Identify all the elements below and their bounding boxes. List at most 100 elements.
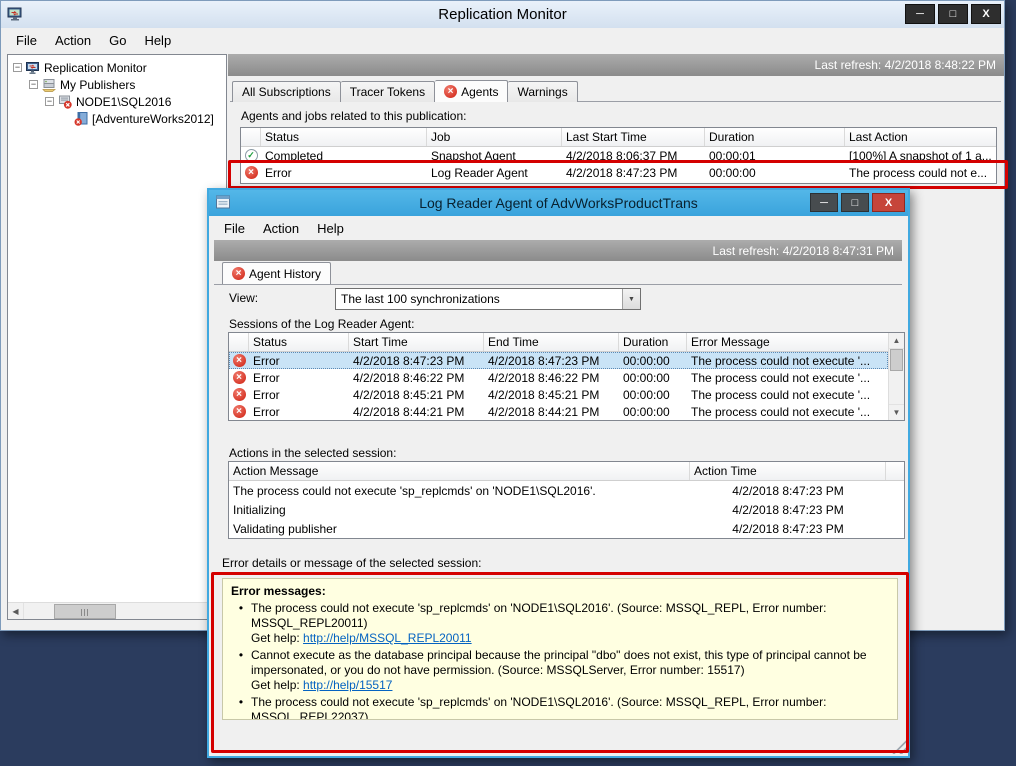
- column-header-duration[interactable]: Duration: [705, 128, 845, 146]
- resize-grip[interactable]: [892, 740, 906, 754]
- actions-label: Actions in the selected session:: [229, 446, 396, 460]
- column-header-duration[interactable]: Duration: [619, 333, 687, 351]
- agent-job: Snapshot Agent: [427, 149, 562, 163]
- session-row[interactable]: × Error 4/2/2018 8:47:23 PM 4/2/2018 8:4…: [229, 352, 888, 369]
- column-header-action-message[interactable]: Action Message: [229, 462, 690, 480]
- close-button[interactable]: X: [872, 193, 905, 212]
- action-time: 4/2/2018 8:47:23 PM: [690, 484, 886, 498]
- menu-file[interactable]: File: [215, 218, 254, 239]
- help-link[interactable]: http://help/MSSQL_REPL20011: [303, 631, 472, 645]
- tree-item-label: [AdventureWorks2012]: [92, 112, 214, 126]
- agent-last-start-time: 4/2/2018 8:47:23 PM: [562, 166, 705, 180]
- view-label: View:: [229, 291, 258, 305]
- tree-item-replication-monitor[interactable]: − Replication Monitor: [10, 59, 224, 76]
- close-button[interactable]: X: [971, 4, 1001, 24]
- error-message-text: The process could not execute 'sp_replcm…: [251, 695, 826, 720]
- menu-file[interactable]: File: [7, 30, 46, 51]
- minimize-button[interactable]: ─: [810, 193, 838, 212]
- session-row[interactable]: × Error 4/2/2018 8:44:21 PM 4/2/2018 8:4…: [229, 403, 888, 420]
- tab-agent-history[interactable]: × Agent History: [222, 262, 331, 284]
- agent-status: Completed: [261, 149, 427, 163]
- error-message-text: The process could not execute 'sp_replcm…: [251, 601, 826, 630]
- agent-duration: 00:00:01: [705, 149, 845, 163]
- tree-item-my-publishers[interactable]: − My Publishers: [10, 76, 224, 93]
- sessions-table: Status Start Time End Time Duration Erro…: [228, 332, 905, 421]
- tab-all-subscriptions[interactable]: All Subscriptions: [232, 81, 341, 102]
- column-header-end-time[interactable]: End Time: [484, 333, 619, 351]
- session-error-message: The process could not execute '...: [687, 354, 888, 368]
- action-time: 4/2/2018 8:47:23 PM: [690, 522, 886, 536]
- column-header-last-start-time[interactable]: Last Start Time: [562, 128, 705, 146]
- menu-action[interactable]: Action: [254, 218, 308, 239]
- column-header-status[interactable]: Status: [261, 128, 427, 146]
- main-window-title: Replication Monitor: [1, 1, 1004, 28]
- menu-action[interactable]: Action: [46, 30, 100, 51]
- collapse-expander-icon[interactable]: −: [29, 80, 38, 89]
- tab-label: All Subscriptions: [242, 85, 331, 99]
- error-icon: ×: [233, 371, 246, 384]
- session-row[interactable]: × Error 4/2/2018 8:46:22 PM 4/2/2018 8:4…: [229, 369, 888, 386]
- agents-table: Status Job Last Start Time Duration Last…: [240, 127, 997, 184]
- error-message-text: Cannot execute as the database principal…: [251, 648, 867, 677]
- publishers-tree: − Replication Monitor −: [8, 55, 226, 131]
- action-row[interactable]: Validating publisher 4/2/2018 8:47:23 PM: [229, 519, 904, 538]
- success-icon: ✓: [245, 149, 258, 162]
- dialog-tabs: × Agent History: [222, 262, 331, 284]
- column-header-last-action[interactable]: Last Action: [845, 128, 996, 146]
- error-message-item: • Cannot execute as the database princip…: [231, 648, 889, 693]
- dialog-titlebar[interactable]: Log Reader Agent of AdvWorksProductTrans…: [209, 190, 908, 216]
- main-tabs: All Subscriptions Tracer Tokens × Agents…: [232, 80, 578, 102]
- session-status: Error: [249, 405, 349, 419]
- minimize-button[interactable]: ─: [905, 4, 935, 24]
- agent-row-log-reader[interactable]: × Error Log Reader Agent 4/2/2018 8:47:2…: [241, 164, 996, 181]
- scrollbar-thumb[interactable]: [890, 349, 903, 371]
- column-header-status[interactable]: Status: [249, 333, 349, 351]
- tab-tracer-tokens[interactable]: Tracer Tokens: [341, 81, 435, 102]
- column-header-error-message[interactable]: Error Message: [687, 333, 888, 351]
- error-details-box: Error messages: • The process could not …: [222, 578, 898, 720]
- column-header-job[interactable]: Job: [427, 128, 562, 146]
- menu-go[interactable]: Go: [100, 30, 135, 51]
- column-header-status-icon[interactable]: [241, 128, 261, 146]
- scrollbar-thumb[interactable]: [54, 604, 116, 619]
- error-message-item: • The process could not execute 'sp_repl…: [231, 601, 889, 646]
- menu-help[interactable]: Help: [308, 218, 353, 239]
- maximize-button[interactable]: □: [938, 4, 968, 24]
- session-duration: 00:00:00: [619, 405, 687, 419]
- sessions-vertical-scrollbar[interactable]: ▲ ▼: [888, 333, 904, 420]
- action-message: Initializing: [229, 503, 690, 517]
- session-row[interactable]: × Error 4/2/2018 8:45:21 PM 4/2/2018 8:4…: [229, 386, 888, 403]
- tree-item-adventureworks2012[interactable]: [AdventureWorks2012]: [10, 110, 224, 127]
- tab-label: Tracer Tokens: [350, 85, 425, 99]
- tab-warnings[interactable]: Warnings: [508, 81, 577, 102]
- scroll-down-icon[interactable]: ▼: [889, 404, 904, 420]
- main-titlebar[interactable]: Replication Monitor ─ □ X: [1, 1, 1004, 28]
- tree-item-node1-sql2016[interactable]: − NODE1\SQL2016: [10, 93, 224, 110]
- chevron-down-icon[interactable]: ▼: [622, 289, 640, 309]
- tree-item-label: NODE1\SQL2016: [76, 95, 171, 109]
- column-header-action-time[interactable]: Action Time: [690, 462, 886, 480]
- error-details-divider: [222, 573, 898, 574]
- error-icon: ×: [233, 354, 246, 367]
- scroll-left-icon[interactable]: ◀: [8, 603, 24, 619]
- collapse-expander-icon[interactable]: −: [45, 97, 54, 106]
- scroll-up-icon[interactable]: ▲: [889, 333, 904, 349]
- dialog-window-controls: ─ □ X: [810, 193, 905, 212]
- menu-help[interactable]: Help: [135, 30, 180, 51]
- action-row[interactable]: The process could not execute 'sp_replcm…: [229, 481, 904, 500]
- view-dropdown[interactable]: The last 100 synchronizations ▼: [335, 288, 641, 310]
- column-header-start-time[interactable]: Start Time: [349, 333, 484, 351]
- tab-label: Warnings: [517, 85, 567, 99]
- collapse-expander-icon[interactable]: −: [13, 63, 22, 72]
- action-message: The process could not execute 'sp_replcm…: [229, 484, 690, 498]
- action-row[interactable]: Initializing 4/2/2018 8:47:23 PM: [229, 500, 904, 519]
- column-header-status-icon[interactable]: [229, 333, 249, 351]
- error-details-label: Error details or message of the selected…: [222, 556, 481, 570]
- agent-row-snapshot[interactable]: ✓ Completed Snapshot Agent 4/2/2018 8:06…: [241, 147, 996, 164]
- agents-table-header: Status Job Last Start Time Duration Last…: [241, 128, 996, 147]
- help-link[interactable]: http://help/15517: [303, 678, 392, 692]
- server-error-icon: [58, 95, 72, 109]
- maximize-button[interactable]: □: [841, 193, 869, 212]
- tab-agents[interactable]: × Agents: [435, 80, 508, 102]
- tree-horizontal-scrollbar[interactable]: ◀ ▶: [8, 602, 226, 619]
